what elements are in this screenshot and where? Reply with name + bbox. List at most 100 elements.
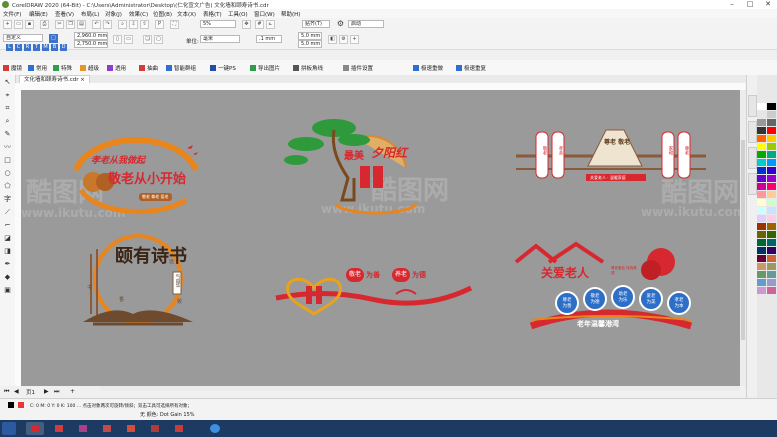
color-swatch[interactable] <box>757 279 766 286</box>
last-page-icon[interactable]: ⏭ <box>54 388 59 396</box>
eyedropper-icon[interactable]: ✒ <box>3 260 12 269</box>
plugin-crop-marks[interactable]: 拼板角线 <box>293 64 323 72</box>
color-swatch[interactable] <box>757 199 766 206</box>
color-swatch[interactable] <box>767 263 776 270</box>
menu-table[interactable]: 表格(T) <box>203 10 222 18</box>
artistic-media-icon[interactable]: 〰 <box>3 143 12 152</box>
artwork-care-elders[interactable]: 关爱老人 尊老爱幼 传统美德 尊老 为善 敬老 为德 助老 为乐 爱老 为美 孝… <box>511 240 701 340</box>
plugin-mirror[interactable]: 魔镜 <box>3 64 22 72</box>
connector-tool-icon[interactable]: ⌐ <box>3 221 12 230</box>
grid-icon[interactable]: # <box>255 20 264 29</box>
color-swatch[interactable] <box>757 287 766 294</box>
publish-pdf-icon[interactable]: P <box>155 20 164 29</box>
new-document-icon[interactable]: + <box>3 20 12 29</box>
plugin-fast-repeat[interactable]: 极速重复 <box>456 64 486 72</box>
artwork-respect-elders[interactable]: 孝老从我做起 敬老从小开始 敬老 尊老 爱老 <box>61 130 211 220</box>
color-swatch[interactable] <box>767 127 776 134</box>
menu-effects[interactable]: 效果(C) <box>129 10 148 18</box>
text-tool-icon[interactable]: 字 <box>3 195 12 204</box>
color-swatch[interactable] <box>767 199 776 206</box>
import-icon[interactable]: ⇩ <box>129 20 138 29</box>
menu-edit[interactable]: 编辑(E) <box>29 10 48 18</box>
taskbar-app-4[interactable] <box>122 422 140 435</box>
color-swatch[interactable] <box>757 239 766 246</box>
maximize-button[interactable]: □ <box>741 0 759 9</box>
duplicate-x-input[interactable]: 5.0 mm <box>298 32 322 40</box>
open-icon[interactable]: ▭ <box>14 20 23 29</box>
color-swatch[interactable] <box>767 287 776 294</box>
taskbar-app-2[interactable] <box>74 422 92 435</box>
color-swatch[interactable] <box>767 119 776 126</box>
artwork-fan-panels[interactable]: 尊老 敬老 关爱老人 · 温暖家庭 敬老 孝亲 家和 尊老 <box>516 124 706 194</box>
color-swatch[interactable] <box>767 103 776 110</box>
color-swatch[interactable] <box>757 271 766 278</box>
align-center-icon[interactable]: C <box>15 44 22 51</box>
crop-tool-icon[interactable]: ⌗ <box>3 104 12 113</box>
color-swatch[interactable] <box>757 191 766 198</box>
plugin-smart-group[interactable]: 智能群组 <box>166 64 196 72</box>
first-page-icon[interactable]: ⏮ <box>4 388 9 396</box>
color-swatch[interactable] <box>757 103 766 110</box>
page-width-input[interactable]: 2,960.0 mm <box>74 32 108 40</box>
artwork-poetry-books[interactable]: 颐有诗书 气自华 书 香 远 致 <box>73 234 203 329</box>
color-swatch[interactable] <box>767 239 776 246</box>
color-swatch[interactable] <box>757 215 766 222</box>
color-swatch[interactable] <box>757 135 766 142</box>
color-swatch[interactable] <box>767 231 776 238</box>
color-swatch[interactable] <box>757 127 766 134</box>
menu-bitmaps[interactable]: 位图(B) <box>153 10 172 18</box>
align-docker-tab[interactable] <box>748 173 757 195</box>
color-swatch[interactable] <box>767 279 776 286</box>
color-swatch[interactable] <box>767 183 776 190</box>
zoom-level-select[interactable]: 5% <box>200 20 236 28</box>
print-icon[interactable]: ⎙ <box>40 20 49 29</box>
ellipse-tool-icon[interactable]: ○ <box>3 169 12 178</box>
color-swatch[interactable] <box>767 159 776 166</box>
add-page-icon[interactable]: + <box>70 388 75 395</box>
color-swatch[interactable] <box>757 143 766 150</box>
transform-docker-tab[interactable] <box>748 147 757 169</box>
color-swatch[interactable] <box>767 247 776 254</box>
plugin-export-image[interactable]: 导出图片 <box>250 64 280 72</box>
vertical-scroll-thumb[interactable] <box>741 140 745 340</box>
color-swatch[interactable] <box>757 159 766 166</box>
menu-text[interactable]: 文本(X) <box>177 10 196 18</box>
paste-icon[interactable]: ▤ <box>77 20 86 29</box>
align-middle-icon[interactable]: M <box>42 44 49 51</box>
align-left-icon[interactable]: L <box>6 44 13 51</box>
color-swatch[interactable] <box>757 167 766 174</box>
export-icon[interactable]: ⇧ <box>140 20 149 29</box>
taskbar-app-5[interactable] <box>146 422 164 435</box>
color-swatch[interactable] <box>757 119 766 126</box>
snap-to-select[interactable]: 贴齐(T) <box>302 20 330 28</box>
color-swatch[interactable] <box>767 151 776 158</box>
plugin-one-click-ps[interactable]: 一键PS <box>210 64 236 72</box>
launch-select[interactable]: 启动 <box>348 20 384 28</box>
menu-tools[interactable]: 工具(O) <box>228 10 248 18</box>
color-swatch[interactable] <box>767 271 776 278</box>
color-swatch[interactable] <box>757 255 766 262</box>
prev-page-icon[interactable]: ◀ <box>14 388 19 395</box>
minimize-button[interactable]: – <box>723 0 741 9</box>
align-top-icon[interactable]: T <box>33 44 40 51</box>
menu-file[interactable]: 文件(F) <box>3 10 21 18</box>
cut-icon[interactable]: ✂ <box>55 20 64 29</box>
menu-window[interactable]: 窗口(W) <box>254 10 275 18</box>
color-swatch[interactable] <box>767 175 776 182</box>
polygon-tool-icon[interactable]: ⬠ <box>3 182 12 191</box>
color-swatch[interactable] <box>767 111 776 118</box>
drop-shadow-icon[interactable]: ◪ <box>3 234 12 243</box>
plugin-settings[interactable]: 插件设置 <box>343 64 373 72</box>
plugin-common[interactable]: 常用 <box>28 64 47 72</box>
color-swatch[interactable] <box>757 183 766 190</box>
plugin-general[interactable]: 透用 <box>107 64 126 72</box>
taskbar-app-search[interactable] <box>206 422 224 435</box>
color-swatch[interactable] <box>767 215 776 222</box>
color-swatch[interactable] <box>757 175 766 182</box>
color-swatch[interactable] <box>757 207 766 214</box>
next-page-icon[interactable]: ▶ <box>44 388 49 395</box>
menu-help[interactable]: 帮助(H) <box>281 10 300 18</box>
align-right-icon[interactable]: R <box>24 44 31 51</box>
taskbar-app-6[interactable] <box>170 422 188 435</box>
color-swatch[interactable] <box>767 135 776 142</box>
